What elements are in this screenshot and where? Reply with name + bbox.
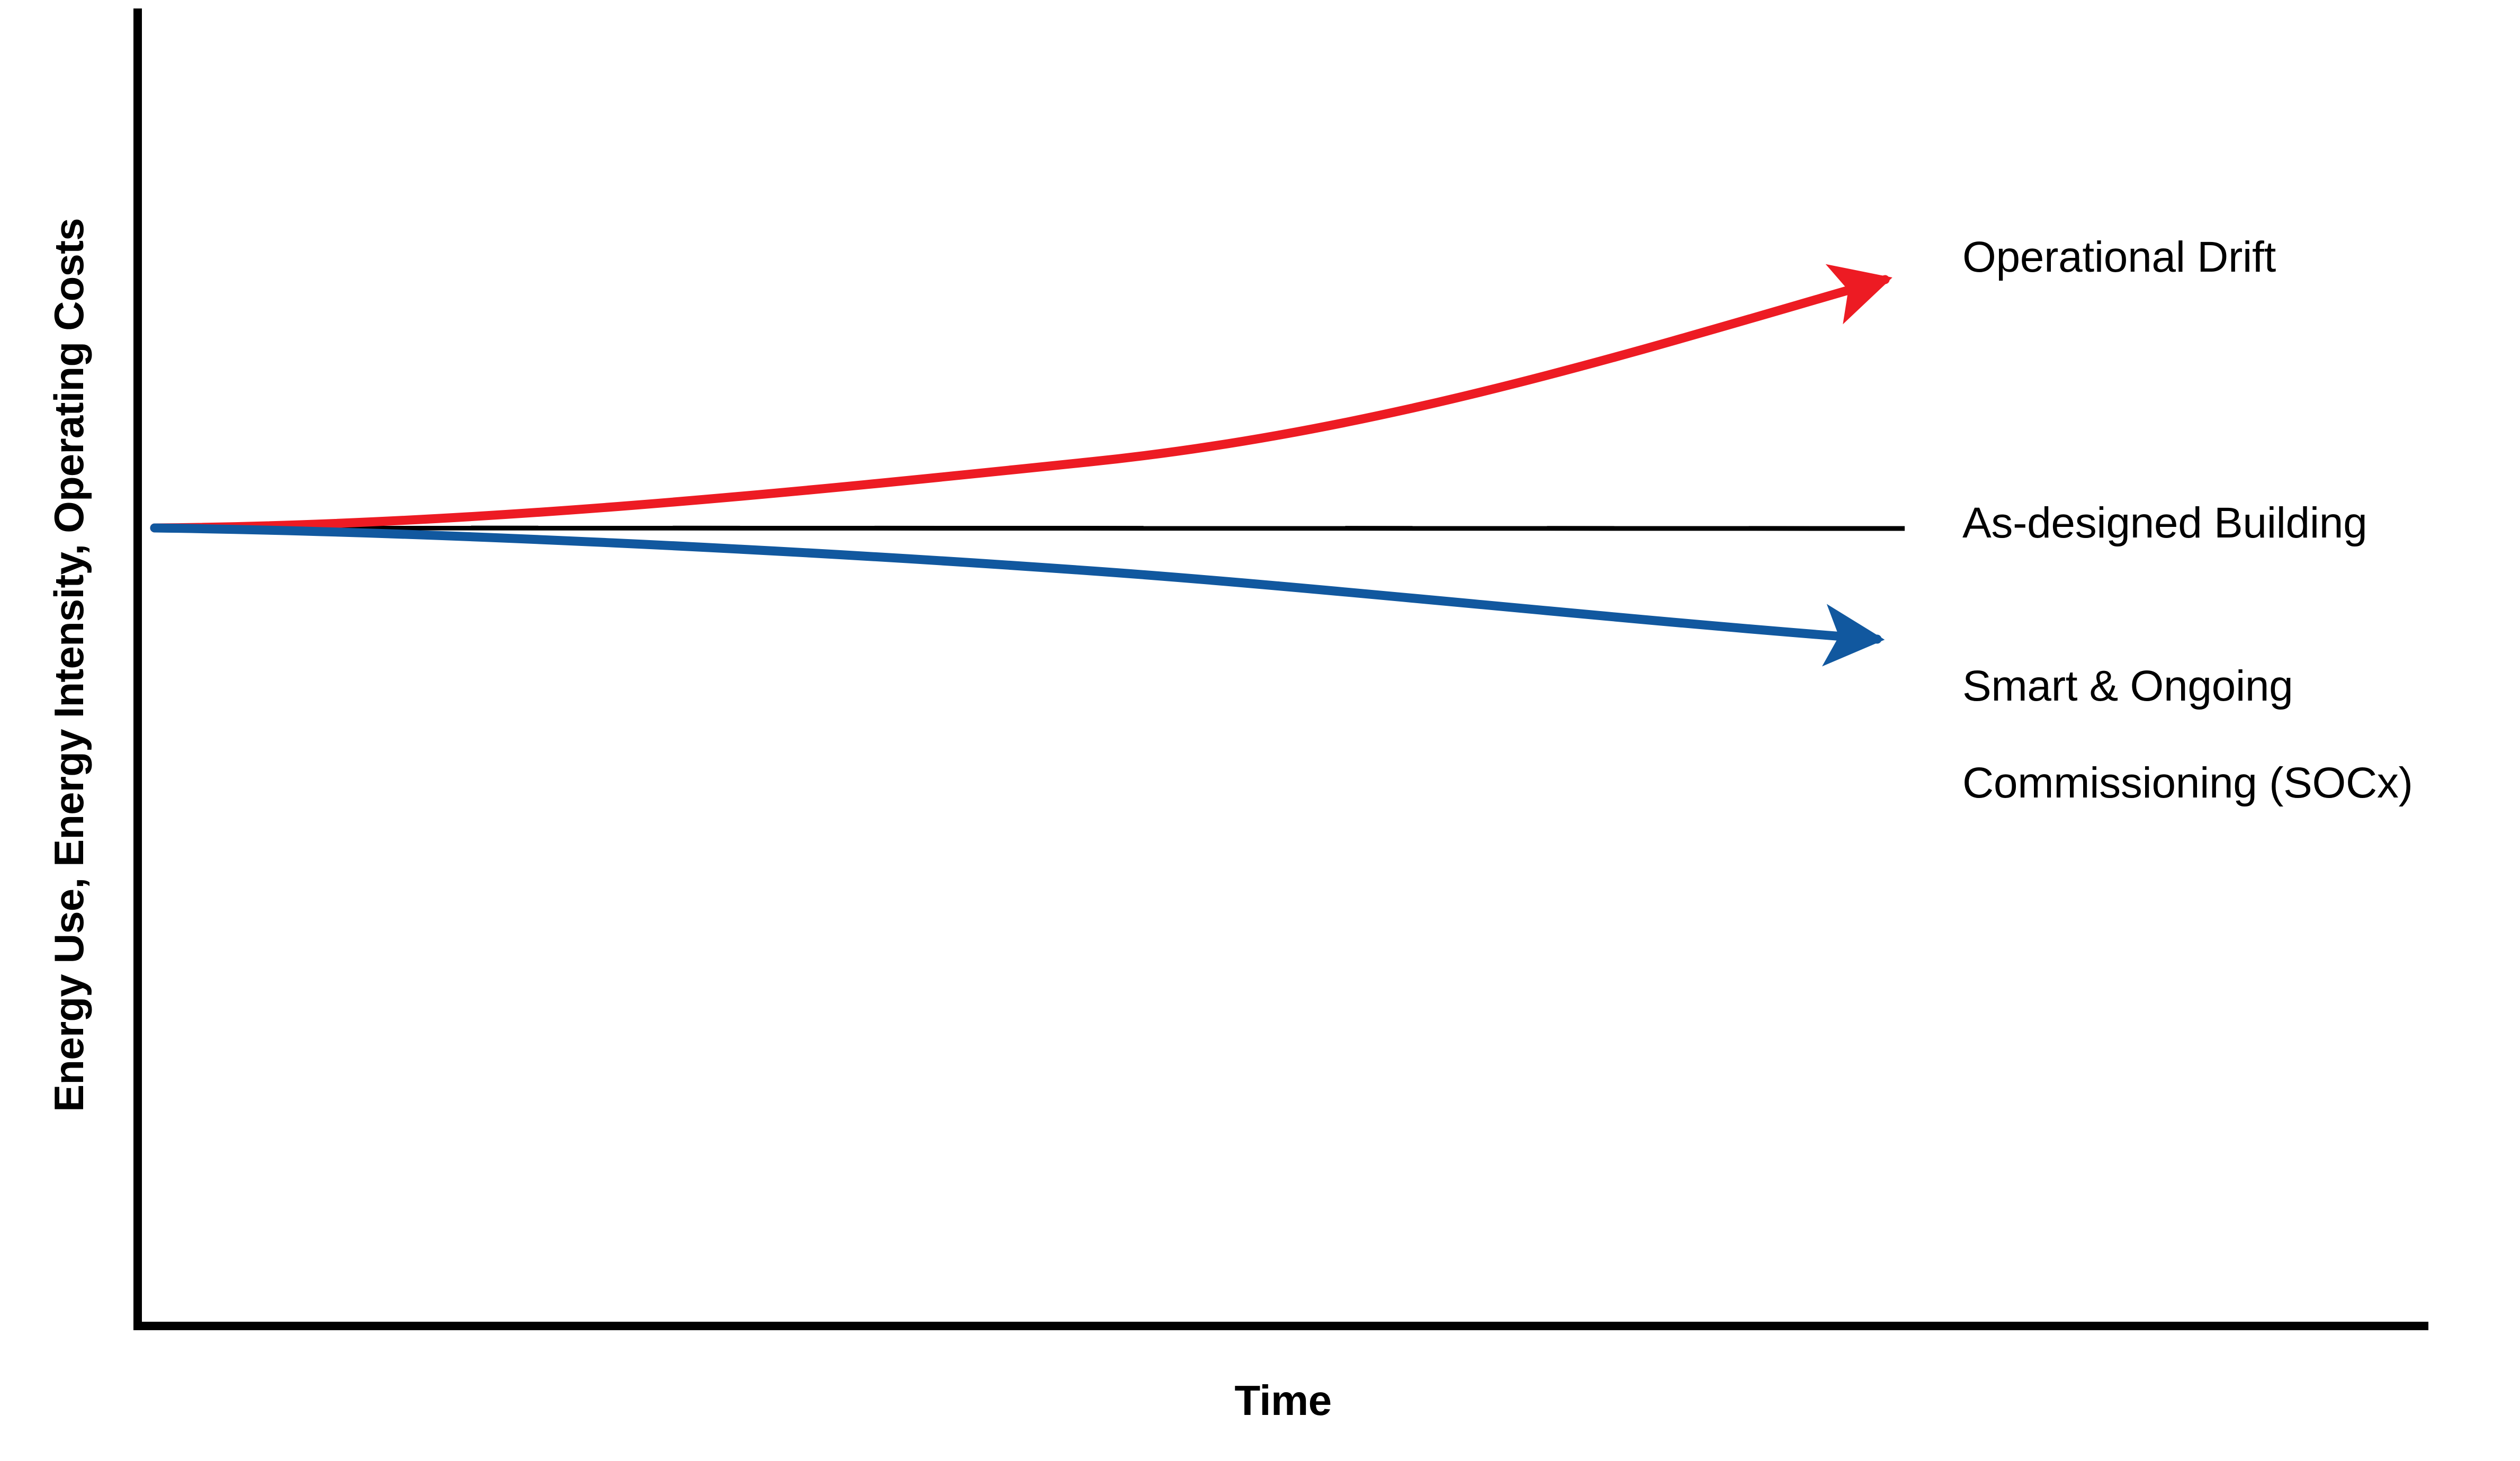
series-label-socx-line2: Commissioning (SOCx) — [1962, 759, 2413, 808]
series-label-socx: Smart & Ongoing Commissioning (SOCx) — [1962, 613, 2413, 808]
series-label-operational-drift: Operational Drift — [1962, 233, 2276, 281]
series-label-as-designed: As-designed Building — [1962, 499, 2367, 547]
y-axis-line — [133, 8, 142, 1330]
chart-figure: Energy Use, Energy Intensity, Operating … — [0, 0, 2520, 1461]
x-axis-line — [133, 1322, 2428, 1330]
series-label-socx-line1: Smart & Ongoing — [1962, 661, 2293, 710]
